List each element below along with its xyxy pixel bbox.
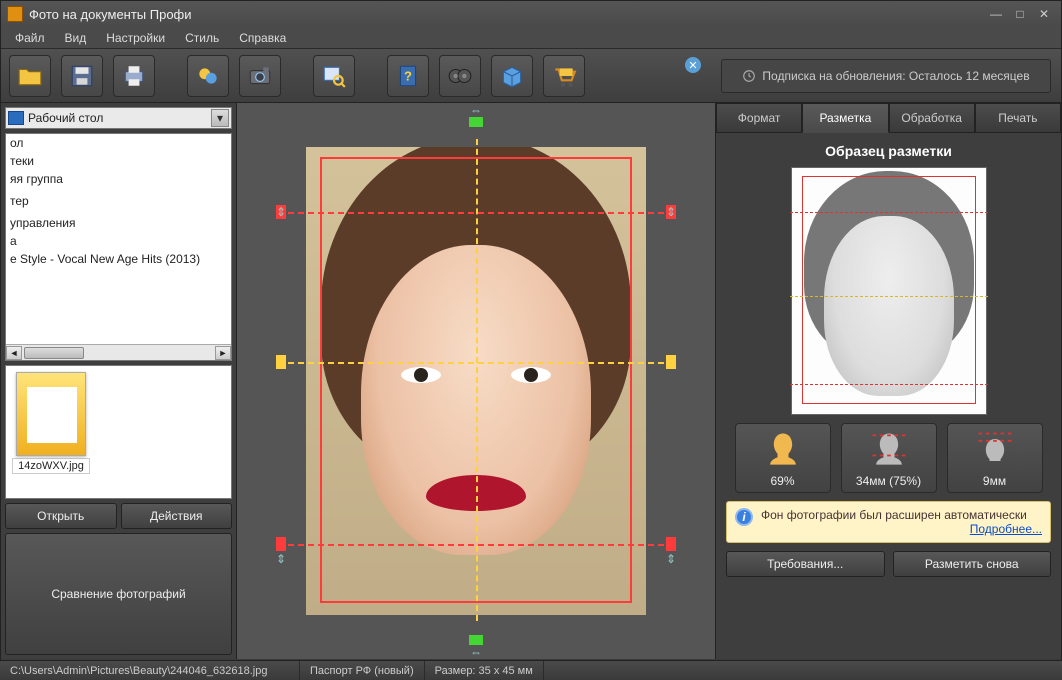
thumbnail-item[interactable]: 14zoWXV.jpg — [12, 372, 90, 474]
status-doc-type: Паспорт РФ (новый) — [300, 661, 425, 680]
tree-item[interactable]: ол — [6, 134, 231, 152]
menu-file[interactable]: Файл — [7, 29, 53, 47]
statusbar: C:\Users\Admin\Pictures\Beauty\244046_63… — [0, 660, 1062, 680]
close-button[interactable]: ✕ — [1033, 6, 1055, 22]
info-icon: i — [735, 508, 753, 526]
subscription-strip: Подписка на обновления: Осталось 12 меся… — [721, 59, 1051, 93]
right-panel: Формат Разметка Обработка Печать Образец… — [715, 103, 1061, 659]
minimize-button[interactable]: — — [985, 6, 1007, 22]
save-button[interactable] — [61, 55, 103, 97]
tab-print[interactable]: Печать — [975, 103, 1061, 133]
scroll-right-button[interactable]: ► — [215, 346, 231, 360]
status-size: Размер: 35 x 45 мм — [425, 661, 544, 680]
tree-item[interactable]: управления — [6, 214, 231, 232]
combo-drop-button[interactable]: ▾ — [211, 109, 229, 127]
resize-handle[interactable]: ⇕ — [666, 552, 676, 566]
subscription-label: Подписка на обновления: Осталось 12 меся… — [762, 69, 1029, 83]
open-button[interactable]: Открыть — [5, 503, 117, 529]
metric-top-margin: 9мм — [947, 423, 1043, 493]
arrow-icon — [666, 537, 676, 551]
folder-tree[interactable]: ол теки яя группа тер управления а e Sty… — [5, 133, 232, 361]
metric-head-height: 34мм (75%) — [841, 423, 937, 493]
info-text: Фон фотографии был расширен автоматическ… — [761, 508, 1027, 522]
import-button[interactable] — [187, 55, 229, 97]
metric-label: 69% — [738, 474, 828, 488]
scroll-thumb[interactable] — [24, 347, 84, 359]
cart-button[interactable] — [543, 55, 585, 97]
left-panel: Рабочий стол ▾ ол теки яя группа тер упр… — [1, 103, 237, 659]
eye-line-guide[interactable] — [288, 362, 664, 364]
menubar: Файл Вид Настройки Стиль Справка — [1, 27, 1061, 49]
tab-format[interactable]: Формат — [716, 103, 802, 133]
metric-face-ratio: 69% — [735, 423, 831, 493]
menu-style[interactable]: Стиль — [177, 29, 227, 47]
tree-item[interactable]: а — [6, 232, 231, 250]
arrow-icon — [276, 355, 286, 369]
package-button[interactable] — [491, 55, 533, 97]
thumbnail-pane[interactable]: 14zoWXV.jpg — [5, 365, 232, 499]
resize-handle[interactable]: ⇔ — [470, 103, 482, 117]
menu-view[interactable]: Вид — [57, 29, 95, 47]
location-combo[interactable]: Рабочий стол ▾ — [5, 107, 232, 129]
thumbnail-label: 14zoWXV.jpg — [12, 458, 90, 474]
top-head-guide[interactable] — [288, 212, 664, 214]
editor-canvas[interactable]: ⇕ ⇕ ⇕ ⇕ ⇔ ⇔ — [237, 103, 715, 659]
print-button[interactable] — [113, 55, 155, 97]
camera-button[interactable] — [239, 55, 281, 97]
requirements-button[interactable]: Требования... — [726, 551, 885, 577]
remark-button[interactable]: Разметить снова — [893, 551, 1052, 577]
tree-item[interactable]: теки — [6, 152, 231, 170]
close-tip-icon[interactable]: ✕ — [685, 57, 701, 73]
menu-settings[interactable]: Настройки — [98, 29, 173, 47]
move-down-handle[interactable] — [469, 117, 483, 127]
open-folder-button[interactable] — [9, 55, 51, 97]
svg-text:?: ? — [404, 68, 412, 83]
window-title: Фото на документы Профи — [29, 7, 983, 22]
right-tabs: Формат Разметка Обработка Печать — [716, 103, 1061, 133]
info-strip: i Фон фотографии был расширен автоматиче… — [726, 501, 1051, 543]
head-height-icon — [867, 428, 911, 472]
chin-guide[interactable] — [288, 544, 664, 546]
tab-markup[interactable]: Разметка — [802, 103, 888, 133]
app-icon — [7, 6, 23, 22]
arrow-icon — [666, 355, 676, 369]
tree-item[interactable]: яя группа — [6, 170, 231, 188]
toolbar: ? ✕ Подписка на обновления: Осталось 12 … — [1, 49, 1061, 103]
clock-icon — [742, 69, 756, 83]
location-text: Рабочий стол — [28, 111, 211, 125]
metrics-row: 69% 34мм (75%) 9мм — [726, 423, 1051, 493]
tab-processing[interactable]: Обработка — [889, 103, 975, 133]
tree-hscroll[interactable]: ◄ ► — [6, 344, 231, 360]
arrow-icon — [276, 537, 286, 551]
tree-item[interactable]: e Style - Vocal New Age Hits (2013) — [6, 250, 231, 268]
video-button[interactable] — [439, 55, 481, 97]
desktop-icon — [8, 111, 24, 125]
sample-preview — [791, 167, 987, 415]
move-up-handle[interactable] — [469, 635, 483, 645]
menu-help[interactable]: Справка — [231, 29, 294, 47]
metric-label: 9мм — [950, 474, 1040, 488]
tree-item[interactable]: тер — [6, 192, 231, 210]
thumbnail-image — [16, 372, 86, 456]
actions-button[interactable]: Действия — [121, 503, 233, 529]
scroll-left-button[interactable]: ◄ — [6, 346, 22, 360]
crop-rect[interactable] — [320, 157, 632, 603]
compare-button[interactable]: Сравнение фотографий — [5, 533, 232, 655]
sample-title: Образец разметки — [726, 143, 1051, 159]
head-margin-icon — [973, 428, 1017, 472]
search-image-button[interactable] — [313, 55, 355, 97]
help-book-button[interactable]: ? — [387, 55, 429, 97]
resize-handle[interactable]: ⇕ — [276, 205, 286, 219]
maximize-button[interactable]: □ — [1009, 6, 1031, 22]
resize-handle[interactable]: ⇔ — [470, 645, 482, 659]
titlebar: Фото на документы Профи — □ ✕ — [1, 1, 1061, 27]
resize-handle[interactable]: ⇕ — [666, 205, 676, 219]
head-silhouette-icon — [761, 428, 805, 472]
resize-handle[interactable]: ⇕ — [276, 552, 286, 566]
status-path: C:\Users\Admin\Pictures\Beauty\244046_63… — [0, 661, 300, 680]
info-more-link[interactable]: Подробнее... — [761, 522, 1042, 536]
metric-label: 34мм (75%) — [844, 474, 934, 488]
